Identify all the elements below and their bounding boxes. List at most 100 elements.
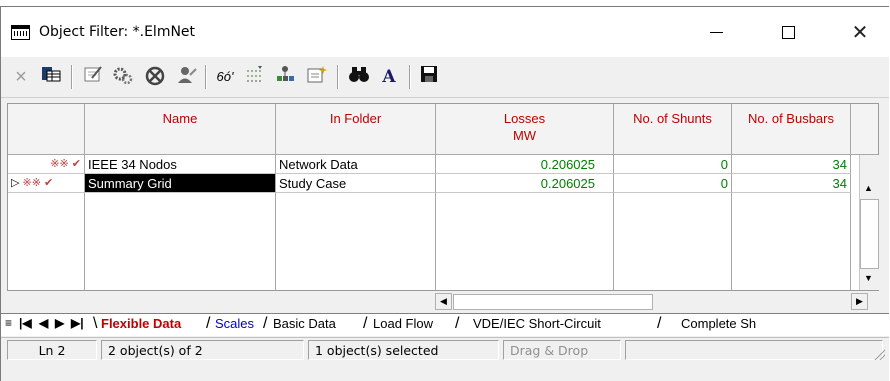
tab-divider: / (657, 315, 662, 332)
tree-icon[interactable] (273, 65, 297, 89)
scroll-right-arrow-icon[interactable]: ▶ (851, 293, 868, 310)
cell-losses[interactable]: 0.206025 (436, 155, 614, 174)
vertical-scroll-thumb[interactable] (860, 199, 879, 269)
column-divider (731, 193, 732, 290)
first-tab-icon[interactable]: |◀ (19, 316, 32, 330)
table-icon[interactable] (39, 65, 63, 89)
status-drag-drop[interactable]: Drag & Drop (503, 340, 621, 360)
row-header[interactable]: ※※ ✔ (8, 155, 85, 174)
cell-shunts[interactable]: 0 (614, 155, 732, 174)
tab-complete-short-circuit[interactable]: Complete Sh (681, 316, 756, 331)
column-divider (850, 193, 851, 290)
column-divider (84, 193, 85, 290)
column-header-label: Losses (503, 111, 546, 126)
cell-shunts[interactable]: 0 (614, 174, 732, 193)
user-key-icon[interactable] (175, 65, 199, 89)
column-header-label: No. of Busbars (748, 111, 834, 126)
cell-losses[interactable]: 0.206025 (436, 174, 614, 193)
maximize-button[interactable] (758, 7, 818, 57)
toolbar-separator (205, 65, 207, 89)
save-icon[interactable] (417, 65, 441, 89)
gears-icon[interactable] (111, 65, 135, 89)
maximize-icon (781, 25, 795, 39)
font-icon[interactable]: A (377, 65, 401, 89)
close-x-icon[interactable]: × (9, 65, 33, 89)
tab-divider: / (206, 315, 211, 332)
cell-name[interactable]: IEEE 34 Nodos (85, 155, 276, 174)
vertical-scrollbar[interactable]: ▲ ▼ (859, 155, 879, 290)
tab-load-flow[interactable]: Load Flow (373, 316, 433, 331)
scroll-left-arrow-icon[interactable]: ◀ (435, 293, 452, 310)
prev-tab-icon[interactable]: ◀ (39, 316, 48, 330)
last-tab-icon[interactable]: ▶| (71, 316, 84, 330)
tab-vde-iec-short-circuit[interactable]: VDE/IEC Short-Circuit (473, 316, 601, 331)
row-header[interactable]: ▷ ※※ ✔ (8, 174, 85, 193)
tab-flexible-data[interactable]: Flexible Data (101, 316, 181, 331)
header-filler (851, 104, 878, 155)
tab-basic-data[interactable]: Basic Data (273, 316, 336, 331)
new-object-icon[interactable] (305, 65, 329, 89)
column-header-label: Name (162, 111, 198, 126)
tab-divider: / (455, 315, 460, 332)
horizontal-scroll-thumb[interactable] (453, 294, 653, 310)
tree-icon-svg (277, 66, 294, 81)
tab-divider: / (363, 315, 368, 332)
crossed-circle-icon-svg (145, 66, 165, 86)
tab-divider: / (263, 315, 268, 332)
minimize-button[interactable] (686, 7, 746, 57)
save-icon-svg (421, 66, 437, 82)
column-divider (435, 193, 436, 290)
column-header-losses[interactable]: Losses MW (436, 104, 614, 155)
horizontal-scrollbar[interactable]: ◀ ▶ (7, 293, 877, 311)
edit-icon[interactable] (81, 65, 105, 89)
tab-menu-icon[interactable]: ≡ (5, 316, 12, 330)
status-bar: Ln 2 2 object(s) of 2 1 object(s) select… (1, 337, 889, 362)
cell-busbars[interactable]: 34 (732, 155, 851, 174)
crossed-circle-icon[interactable] (143, 65, 167, 89)
data-grid: Name In Folder Losses MW No. of Shunts No… (7, 103, 879, 291)
current-row-marker: ▷ (11, 177, 20, 189)
toolbar-separator (409, 65, 411, 89)
status-objects: 2 object(s) of 2 (101, 340, 304, 360)
tab-divider: \ (93, 315, 98, 332)
scroll-down-arrow-icon[interactable]: ▼ (860, 271, 877, 288)
status-empty-pane (625, 340, 883, 360)
cell-in-folder[interactable]: Network Data (276, 155, 436, 174)
status-line: Ln 2 (7, 340, 97, 360)
scroll-up-arrow-icon[interactable]: ▲ (860, 181, 877, 198)
column-header-busbars[interactable]: No. of Busbars (732, 104, 851, 155)
cell-name-selected[interactable]: Summary Grid (85, 174, 276, 193)
glasses-icon[interactable]: 6ó' (213, 65, 237, 89)
column-header-in-folder[interactable]: In Folder (276, 104, 436, 155)
toolbar-separator (71, 65, 73, 89)
row-object-icon: ※※ ✔ (50, 158, 81, 170)
close-icon: ✕ (851, 20, 869, 44)
row-object-icon: ※※ ✔ (22, 177, 54, 189)
window-title: Object Filter: *.ElmNet (39, 24, 196, 40)
status-selected: 1 object(s) selected (308, 340, 499, 360)
cell-busbars[interactable]: 34 (732, 174, 851, 193)
toolbar: × 6ó' A (1, 59, 889, 98)
filter-icon[interactable] (243, 65, 267, 89)
resize-grip-icon[interactable] (873, 348, 885, 360)
title-bar: Object Filter: *.ElmNet ✕ (1, 7, 889, 57)
close-button[interactable]: ✕ (830, 7, 889, 57)
object-filter-window: Object Filter: *.ElmNet ✕ × 6ó' A Name I… (0, 6, 889, 381)
user-key-icon-svg (178, 67, 197, 83)
edit-icon-svg (84, 66, 102, 82)
next-tab-icon[interactable]: ▶ (55, 316, 64, 330)
cell-in-folder[interactable]: Study Case (276, 174, 436, 193)
binoculars-icon[interactable] (347, 65, 371, 89)
column-header-label: In Folder (329, 111, 382, 126)
minimize-icon (709, 31, 723, 33)
corner-header (8, 104, 85, 155)
column-header-shunts[interactable]: No. of Shunts (614, 104, 732, 155)
gears-icon-svg (113, 67, 133, 85)
column-header-name[interactable]: Name (85, 104, 276, 155)
column-divider (613, 193, 614, 290)
column-header-unit: MW (512, 128, 537, 143)
sheet-tabs: ≡ |◀ ◀ ▶ ▶| \ Flexible Data / Scales / B… (1, 313, 889, 336)
tab-scales[interactable]: Scales (215, 316, 254, 331)
column-divider (275, 193, 276, 290)
window-app-icon (11, 25, 30, 40)
